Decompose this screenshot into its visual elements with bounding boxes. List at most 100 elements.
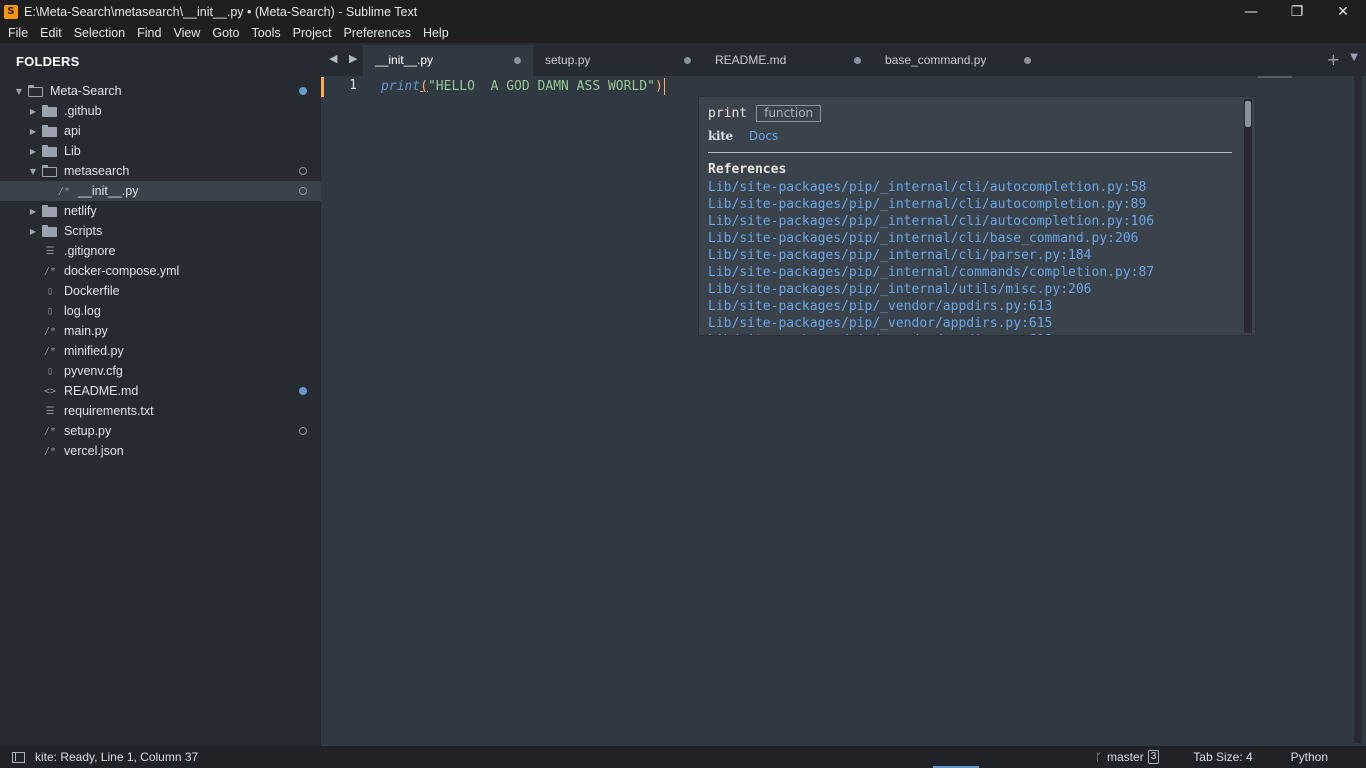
vertical-scrollbar[interactable] — [1354, 76, 1362, 743]
sidebar-item[interactable]: ▶ .github — [0, 101, 321, 121]
symbol-kind-badge: function — [756, 104, 822, 122]
tab-list-dropdown-icon[interactable]: ▼ — [1350, 52, 1358, 63]
sidebar-item[interactable]: /* minified.py — [0, 341, 321, 361]
new-tab-plus-icon[interactable]: + — [1327, 50, 1340, 69]
sidebar-item[interactable]: /* vercel.json — [0, 441, 321, 461]
git-branch-indicator[interactable]: ᚴ master 3 — [1095, 750, 1160, 764]
menu-tools[interactable]: Tools — [245, 23, 286, 43]
sidebar-item[interactable]: ☰ requirements.txt — [0, 401, 321, 421]
docs-link[interactable]: Docs — [749, 129, 778, 143]
tab-readme-md[interactable]: README.md — [703, 45, 873, 76]
menu-preferences[interactable]: Preferences — [338, 23, 417, 43]
tab-close-dot-icon[interactable] — [684, 57, 691, 64]
minimize-button[interactable]: — — [1228, 0, 1274, 23]
reference-link[interactable]: Lib/site-packages/pip/_internal/utils/mi… — [708, 281, 1232, 298]
sidebar-toggle-icon[interactable] — [12, 751, 25, 763]
file-icon: /* — [57, 185, 71, 197]
sidebar-item[interactable]: ▼ Meta-Search — [0, 81, 321, 101]
sidebar-item-label: README.md — [64, 384, 139, 398]
expanded-arrow-icon[interactable]: ▼ — [28, 167, 38, 176]
sidebar-item[interactable]: /* setup.py — [0, 421, 321, 441]
kite-hover-popup: print function kite Docs References Lib/… — [698, 96, 1256, 336]
collapsed-arrow-icon[interactable]: ▶ — [28, 127, 38, 136]
symbol-name: print — [708, 105, 748, 121]
menu-file[interactable]: File — [2, 23, 34, 43]
tab-close-dot-icon[interactable] — [1024, 57, 1031, 64]
sidebar-item[interactable]: ☰ .gitignore — [0, 241, 321, 261]
reference-link[interactable]: Lib/site-packages/pip/_internal/cli/auto… — [708, 179, 1232, 196]
collapsed-arrow-icon[interactable]: ▶ — [28, 147, 38, 156]
popup-scrollbar[interactable] — [1244, 99, 1252, 333]
tab-close-dot-icon[interactable] — [514, 57, 521, 64]
sidebar-item-label: .gitignore — [64, 244, 116, 258]
tab-setup-py[interactable]: setup.py — [533, 45, 703, 76]
reference-link[interactable]: Lib/site-packages/pip/_internal/cli/auto… — [708, 213, 1232, 230]
sidebar-item[interactable]: ▯ Dockerfile — [0, 281, 321, 301]
tab-nav-arrows-icon[interactable]: ◀ ▶ — [329, 52, 361, 65]
sidebar-item[interactable]: <> README.md — [0, 381, 321, 401]
references-heading: References — [708, 162, 787, 177]
tab-label: README.md — [715, 53, 787, 67]
collapsed-arrow-icon[interactable]: ▶ — [28, 207, 38, 216]
sidebar-item[interactable]: ▼ metasearch — [0, 161, 321, 181]
syntax-indicator[interactable]: Python — [1291, 750, 1328, 764]
menu-view[interactable]: View — [167, 23, 206, 43]
sidebar-item-label: pyvenv.cfg — [64, 364, 123, 378]
git-branch-icon: ᚴ — [1095, 750, 1103, 764]
file-icon: /* — [43, 325, 57, 337]
tab-base-command-py[interactable]: base_command.py — [873, 45, 1043, 76]
close-button[interactable]: ✕ — [1320, 0, 1366, 23]
divider — [708, 152, 1232, 153]
reference-link[interactable]: Lib/site-packages/pip/_vendor/appdirs.py… — [708, 298, 1232, 315]
sidebar-item-label: minified.py — [64, 344, 124, 358]
menu-help[interactable]: Help — [417, 23, 455, 43]
menu-find[interactable]: Find — [131, 23, 167, 43]
sublime-app-icon: S — [4, 4, 18, 19]
reference-link[interactable]: Lib/site-packages/pip/_vendor/appdirs.py… — [708, 332, 1232, 335]
tab-label: __init__.py — [375, 53, 434, 67]
menu-project[interactable]: Project — [287, 23, 338, 43]
sidebar-item[interactable]: ▶ Lib — [0, 141, 321, 161]
file-icon: /* — [43, 445, 57, 457]
sidebar-item[interactable]: /* __init__.py — [0, 181, 321, 201]
sidebar-item[interactable]: /* docker-compose.yml — [0, 261, 321, 281]
reference-link[interactable]: Lib/site-packages/pip/_internal/cli/pars… — [708, 247, 1232, 264]
restore-button[interactable]: ❐ — [1274, 0, 1320, 23]
folder-icon — [42, 105, 58, 117]
minimap[interactable] — [1258, 76, 1292, 78]
git-status-dot-icon — [299, 427, 307, 435]
reference-link[interactable]: Lib/site-packages/pip/_internal/cli/auto… — [708, 196, 1232, 213]
sidebar-item-label: api — [64, 124, 81, 138]
tab-init-py[interactable]: __init__.py — [363, 45, 533, 76]
sidebar-item[interactable]: ▶ Scripts — [0, 221, 321, 241]
window-title: E:\Meta-Search\metasearch\__init__.py • … — [24, 4, 418, 19]
menu-goto[interactable]: Goto — [206, 23, 245, 43]
window-controls: — ❐ ✕ — [1228, 0, 1366, 23]
sidebar-item[interactable]: ▯ pyvenv.cfg — [0, 361, 321, 381]
code-function-name: print — [381, 79, 421, 94]
menu-selection[interactable]: Selection — [68, 23, 131, 43]
sidebar-item-label: netlify — [64, 204, 97, 218]
reference-link[interactable]: Lib/site-packages/pip/_internal/commands… — [708, 264, 1232, 281]
sidebar-item[interactable]: ▯ log.log — [0, 301, 321, 321]
collapsed-arrow-icon[interactable]: ▶ — [28, 107, 38, 116]
sidebar-item-label: .github — [64, 104, 102, 118]
modified-dot-icon — [299, 87, 307, 95]
tab-size-indicator[interactable]: Tab Size: 4 — [1193, 750, 1252, 764]
reference-link[interactable]: Lib/site-packages/pip/_vendor/appdirs.py… — [708, 315, 1232, 332]
reference-link[interactable]: Lib/site-packages/pip/_internal/cli/base… — [708, 230, 1232, 247]
sidebar-item-label: main.py — [64, 324, 108, 338]
sidebar-item[interactable]: ▶ api — [0, 121, 321, 141]
menu-edit[interactable]: Edit — [34, 23, 68, 43]
sidebar-item-label: setup.py — [64, 424, 112, 438]
sidebar-item[interactable]: /* main.py — [0, 321, 321, 341]
tab-close-dot-icon[interactable] — [854, 57, 861, 64]
code-line[interactable]: print("HELLO A GOD DAMN ASS WORLD") — [381, 78, 666, 95]
sidebar-item[interactable]: ▶ netlify — [0, 201, 321, 221]
popup-scrollbar-thumb[interactable] — [1245, 101, 1251, 127]
expanded-arrow-icon[interactable]: ▼ — [14, 87, 24, 96]
file-icon: <> — [43, 385, 57, 397]
sidebar-item-label: Scripts — [64, 224, 103, 238]
file-icon: /* — [43, 345, 57, 357]
collapsed-arrow-icon[interactable]: ▶ — [28, 227, 38, 236]
